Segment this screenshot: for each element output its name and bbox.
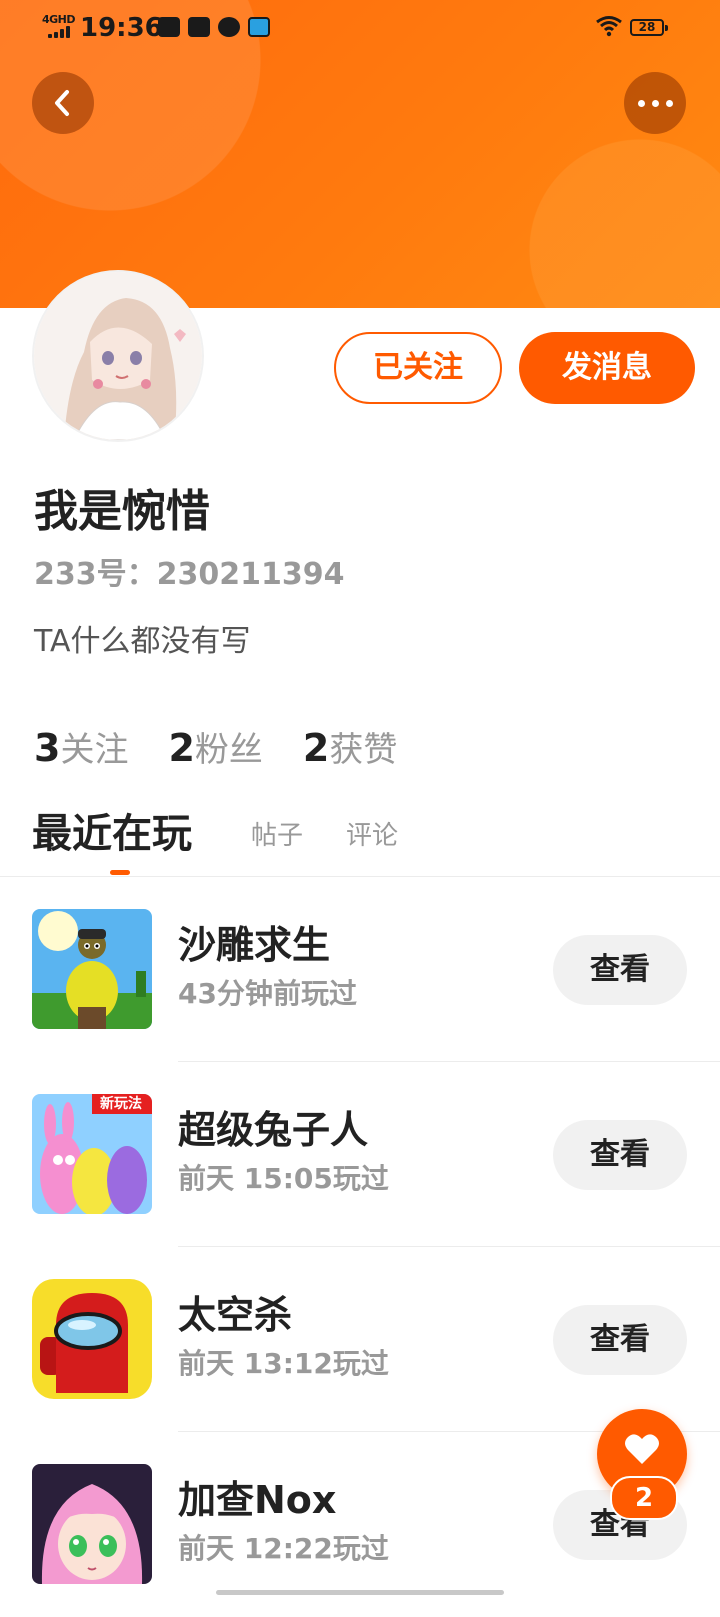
clock: 19:36 [80, 13, 163, 43]
game-title: 沙雕求生 [178, 923, 331, 967]
stat-likes[interactable]: 2获赞 [303, 725, 397, 773]
chevron-left-icon [55, 90, 69, 116]
stat-likes-label: 获赞 [329, 730, 398, 770]
more-button[interactable] [624, 72, 686, 134]
game-title: 太空杀 [178, 1293, 293, 1337]
game-played-time: 前天 15:05玩过 [178, 1162, 389, 1195]
stat-following-label: 关注 [60, 730, 129, 770]
view-button[interactable]: 查看 [553, 1305, 687, 1375]
more-dots-icon [637, 99, 673, 107]
profile-header: 4GHD 19:36 28 [0, 0, 720, 308]
back-button[interactable] [32, 72, 94, 134]
super-bunny-man-icon: 新玩法 [32, 1094, 152, 1214]
game-played-time: 前天 12:22玩过 [178, 1532, 389, 1565]
stat-following-count: 3 [34, 726, 61, 770]
battery-indicator: 28 [630, 19, 668, 36]
tab-comments[interactable]: 评论 [346, 818, 398, 854]
tab-posts[interactable]: 帖子 [251, 818, 303, 854]
gacha-nox-icon [32, 1464, 152, 1584]
avatar[interactable] [34, 272, 202, 440]
wifi-icon [596, 16, 622, 37]
followed-button[interactable]: 已关注 [334, 332, 502, 404]
signal-icon [48, 26, 72, 38]
heart-icon [625, 1434, 659, 1464]
stat-following[interactable]: 3关注 [34, 725, 128, 773]
sand-sculpture-survival-icon [32, 909, 152, 1029]
list-item[interactable]: 太空杀 前天 13:12玩过 查看 [0, 1247, 720, 1432]
book-icon [158, 17, 180, 37]
profile-name: 我是惋惜 [34, 486, 210, 537]
game-title: 超级兔子人 [178, 1108, 369, 1152]
tab-indicator [110, 870, 130, 875]
list-item[interactable]: 沙雕求生 43分钟前玩过 查看 [0, 877, 720, 1062]
profile-uid: 233号：230211394 [34, 557, 345, 592]
status-bar: 4GHD 19:36 28 [0, 0, 720, 56]
app-notification-icon [248, 17, 270, 37]
game-played-time: 前天 13:12玩过 [178, 1347, 389, 1380]
avatar-illustration [34, 272, 202, 440]
network-type: 4GHD [42, 13, 76, 26]
stat-fans[interactable]: 2粉丝 [168, 725, 262, 773]
profile-stats: 3关注 2粉丝 2获赞 [34, 725, 397, 773]
stat-likes-count: 2 [302, 726, 330, 770]
wechat-icon [218, 17, 240, 37]
stat-fans-count: 2 [168, 726, 195, 770]
favorite-count-badge: 2 [610, 1476, 678, 1520]
tab-recently-played[interactable]: 最近在玩 [32, 806, 192, 862]
game-played-time: 43分钟前玩过 [178, 977, 357, 1010]
stat-fans-label: 粉丝 [194, 730, 263, 770]
view-button[interactable]: 查看 [553, 935, 687, 1005]
view-button[interactable]: 查看 [553, 1120, 687, 1190]
space-crewmate-icon [32, 1279, 152, 1399]
send-message-button[interactable]: 发消息 [519, 332, 695, 404]
home-indicator[interactable] [216, 1590, 504, 1595]
shopping-icon [188, 17, 210, 37]
new-mode-badge: 新玩法 [100, 1096, 142, 1112]
profile-bio: TA什么都没有写 [34, 624, 251, 659]
game-title: 加查Nox [178, 1478, 337, 1522]
list-item[interactable]: 新玩法 超级兔子人 前天 15:05玩过 查看 [0, 1062, 720, 1247]
